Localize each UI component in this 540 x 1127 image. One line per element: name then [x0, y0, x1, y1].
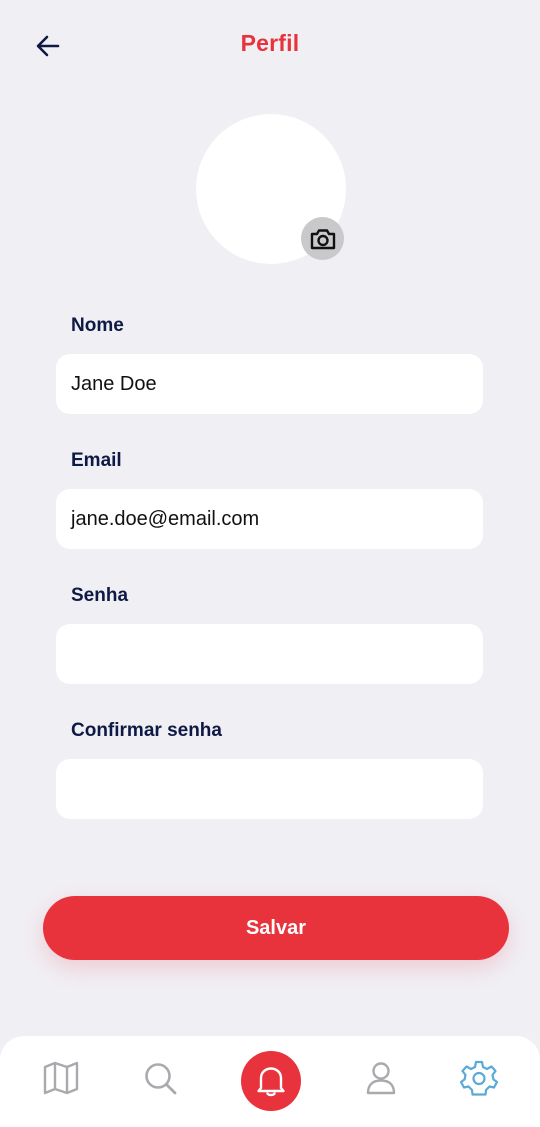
tab-profile[interactable] — [361, 1058, 401, 1098]
user-icon — [366, 1062, 396, 1095]
password-field[interactable] — [56, 624, 483, 684]
map-icon — [43, 1061, 79, 1095]
gear-icon — [460, 1060, 498, 1096]
tab-map[interactable] — [41, 1058, 81, 1098]
tab-notifications[interactable] — [241, 1051, 301, 1111]
name-label: Nome — [71, 315, 124, 336]
save-button[interactable]: Salvar — [43, 896, 509, 960]
confirm-password-field[interactable] — [56, 759, 483, 819]
email-field[interactable]: jane.doe@email.com — [56, 489, 483, 549]
header: Perfil — [0, 0, 540, 90]
confirm-password-label: Confirmar senha — [71, 720, 222, 741]
name-field[interactable]: Jane Doe — [56, 354, 483, 414]
name-value: Jane Doe — [71, 372, 157, 395]
bell-icon — [257, 1067, 285, 1097]
search-icon — [145, 1063, 177, 1095]
email-value: jane.doe@email.com — [71, 507, 260, 530]
password-label: Senha — [71, 585, 129, 606]
tab-bar — [0, 1036, 540, 1127]
change-photo-button[interactable] — [301, 217, 344, 260]
page-title: Perfil — [240, 30, 300, 56]
tab-settings[interactable] — [459, 1058, 499, 1098]
camera-icon — [310, 228, 335, 249]
email-label: Email — [71, 450, 122, 471]
tab-search[interactable] — [140, 1058, 180, 1098]
